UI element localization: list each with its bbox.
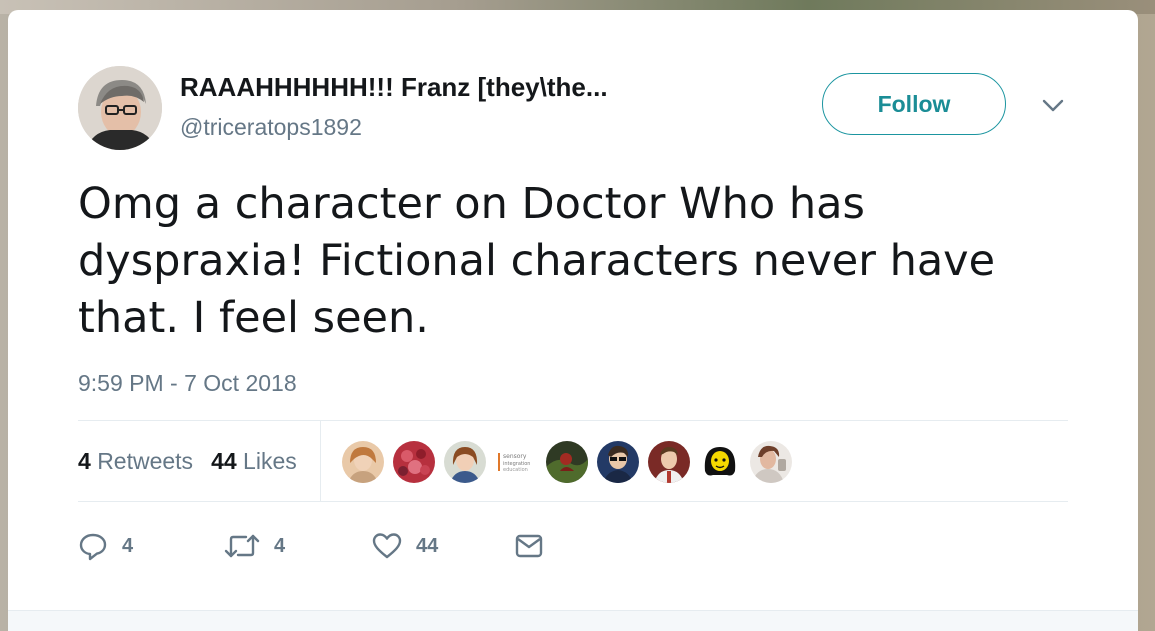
logo-text-1: sensory bbox=[503, 453, 527, 460]
stats-separator bbox=[320, 421, 321, 501]
tweet-stats: 4 Retweets 44 Likes bbox=[78, 448, 297, 475]
liker-avatar[interactable] bbox=[342, 441, 384, 483]
liker-avatar[interactable] bbox=[699, 441, 741, 483]
liker-avatar[interactable] bbox=[597, 441, 639, 483]
tweet-timestamp[interactable]: 9:59 PM - 7 Oct 2018 bbox=[78, 370, 297, 397]
like-button[interactable]: 44 bbox=[372, 528, 438, 564]
tweet-actions: 4 4 44 bbox=[78, 528, 578, 564]
card-footer bbox=[8, 610, 1138, 631]
retweets-label: Retweets bbox=[97, 448, 194, 474]
divider bbox=[78, 420, 1068, 421]
liker-avatar[interactable] bbox=[546, 441, 588, 483]
likes-stat[interactable]: 44 Likes bbox=[211, 448, 297, 475]
retweet-count: 4 bbox=[274, 534, 286, 557]
author-avatar[interactable] bbox=[78, 66, 162, 150]
reply-count: 4 bbox=[122, 534, 134, 557]
retweet-icon bbox=[224, 532, 260, 560]
likes-label: Likes bbox=[243, 448, 297, 474]
direct-message-button[interactable] bbox=[514, 528, 544, 564]
follow-button[interactable]: Follow bbox=[822, 73, 1006, 135]
like-count: 44 bbox=[416, 534, 439, 557]
liker-avatar[interactable] bbox=[750, 441, 792, 483]
tweet-text: Omg a character on Doctor Who has dyspra… bbox=[78, 179, 996, 343]
reply-icon bbox=[78, 531, 108, 561]
liker-avatar[interactable] bbox=[393, 441, 435, 483]
logo-text-3: education bbox=[503, 467, 528, 473]
heart-icon bbox=[372, 532, 402, 560]
liker-avatar[interactable] bbox=[648, 441, 690, 483]
likes-count: 44 bbox=[211, 448, 237, 474]
tweet-card: RAAAHHHHHH!!! Franz [they\the... @tricer… bbox=[8, 10, 1138, 631]
retweets-stat[interactable]: 4 Retweets bbox=[78, 448, 193, 475]
envelope-icon bbox=[514, 533, 544, 559]
retweets-count: 4 bbox=[78, 448, 91, 474]
likers-list: sensory integration education bbox=[342, 441, 801, 483]
retweet-button[interactable]: 4 bbox=[224, 528, 285, 564]
liker-avatar[interactable]: sensory integration education bbox=[495, 441, 537, 483]
reply-button[interactable]: 4 bbox=[78, 528, 133, 564]
author-display-name[interactable]: RAAAHHHHHH!!! Franz [they\the... bbox=[180, 72, 608, 103]
liker-avatar[interactable] bbox=[444, 441, 486, 483]
chevron-down-icon[interactable] bbox=[1040, 96, 1066, 116]
author-handle[interactable]: @triceratops1892 bbox=[180, 114, 362, 141]
divider bbox=[78, 501, 1068, 502]
